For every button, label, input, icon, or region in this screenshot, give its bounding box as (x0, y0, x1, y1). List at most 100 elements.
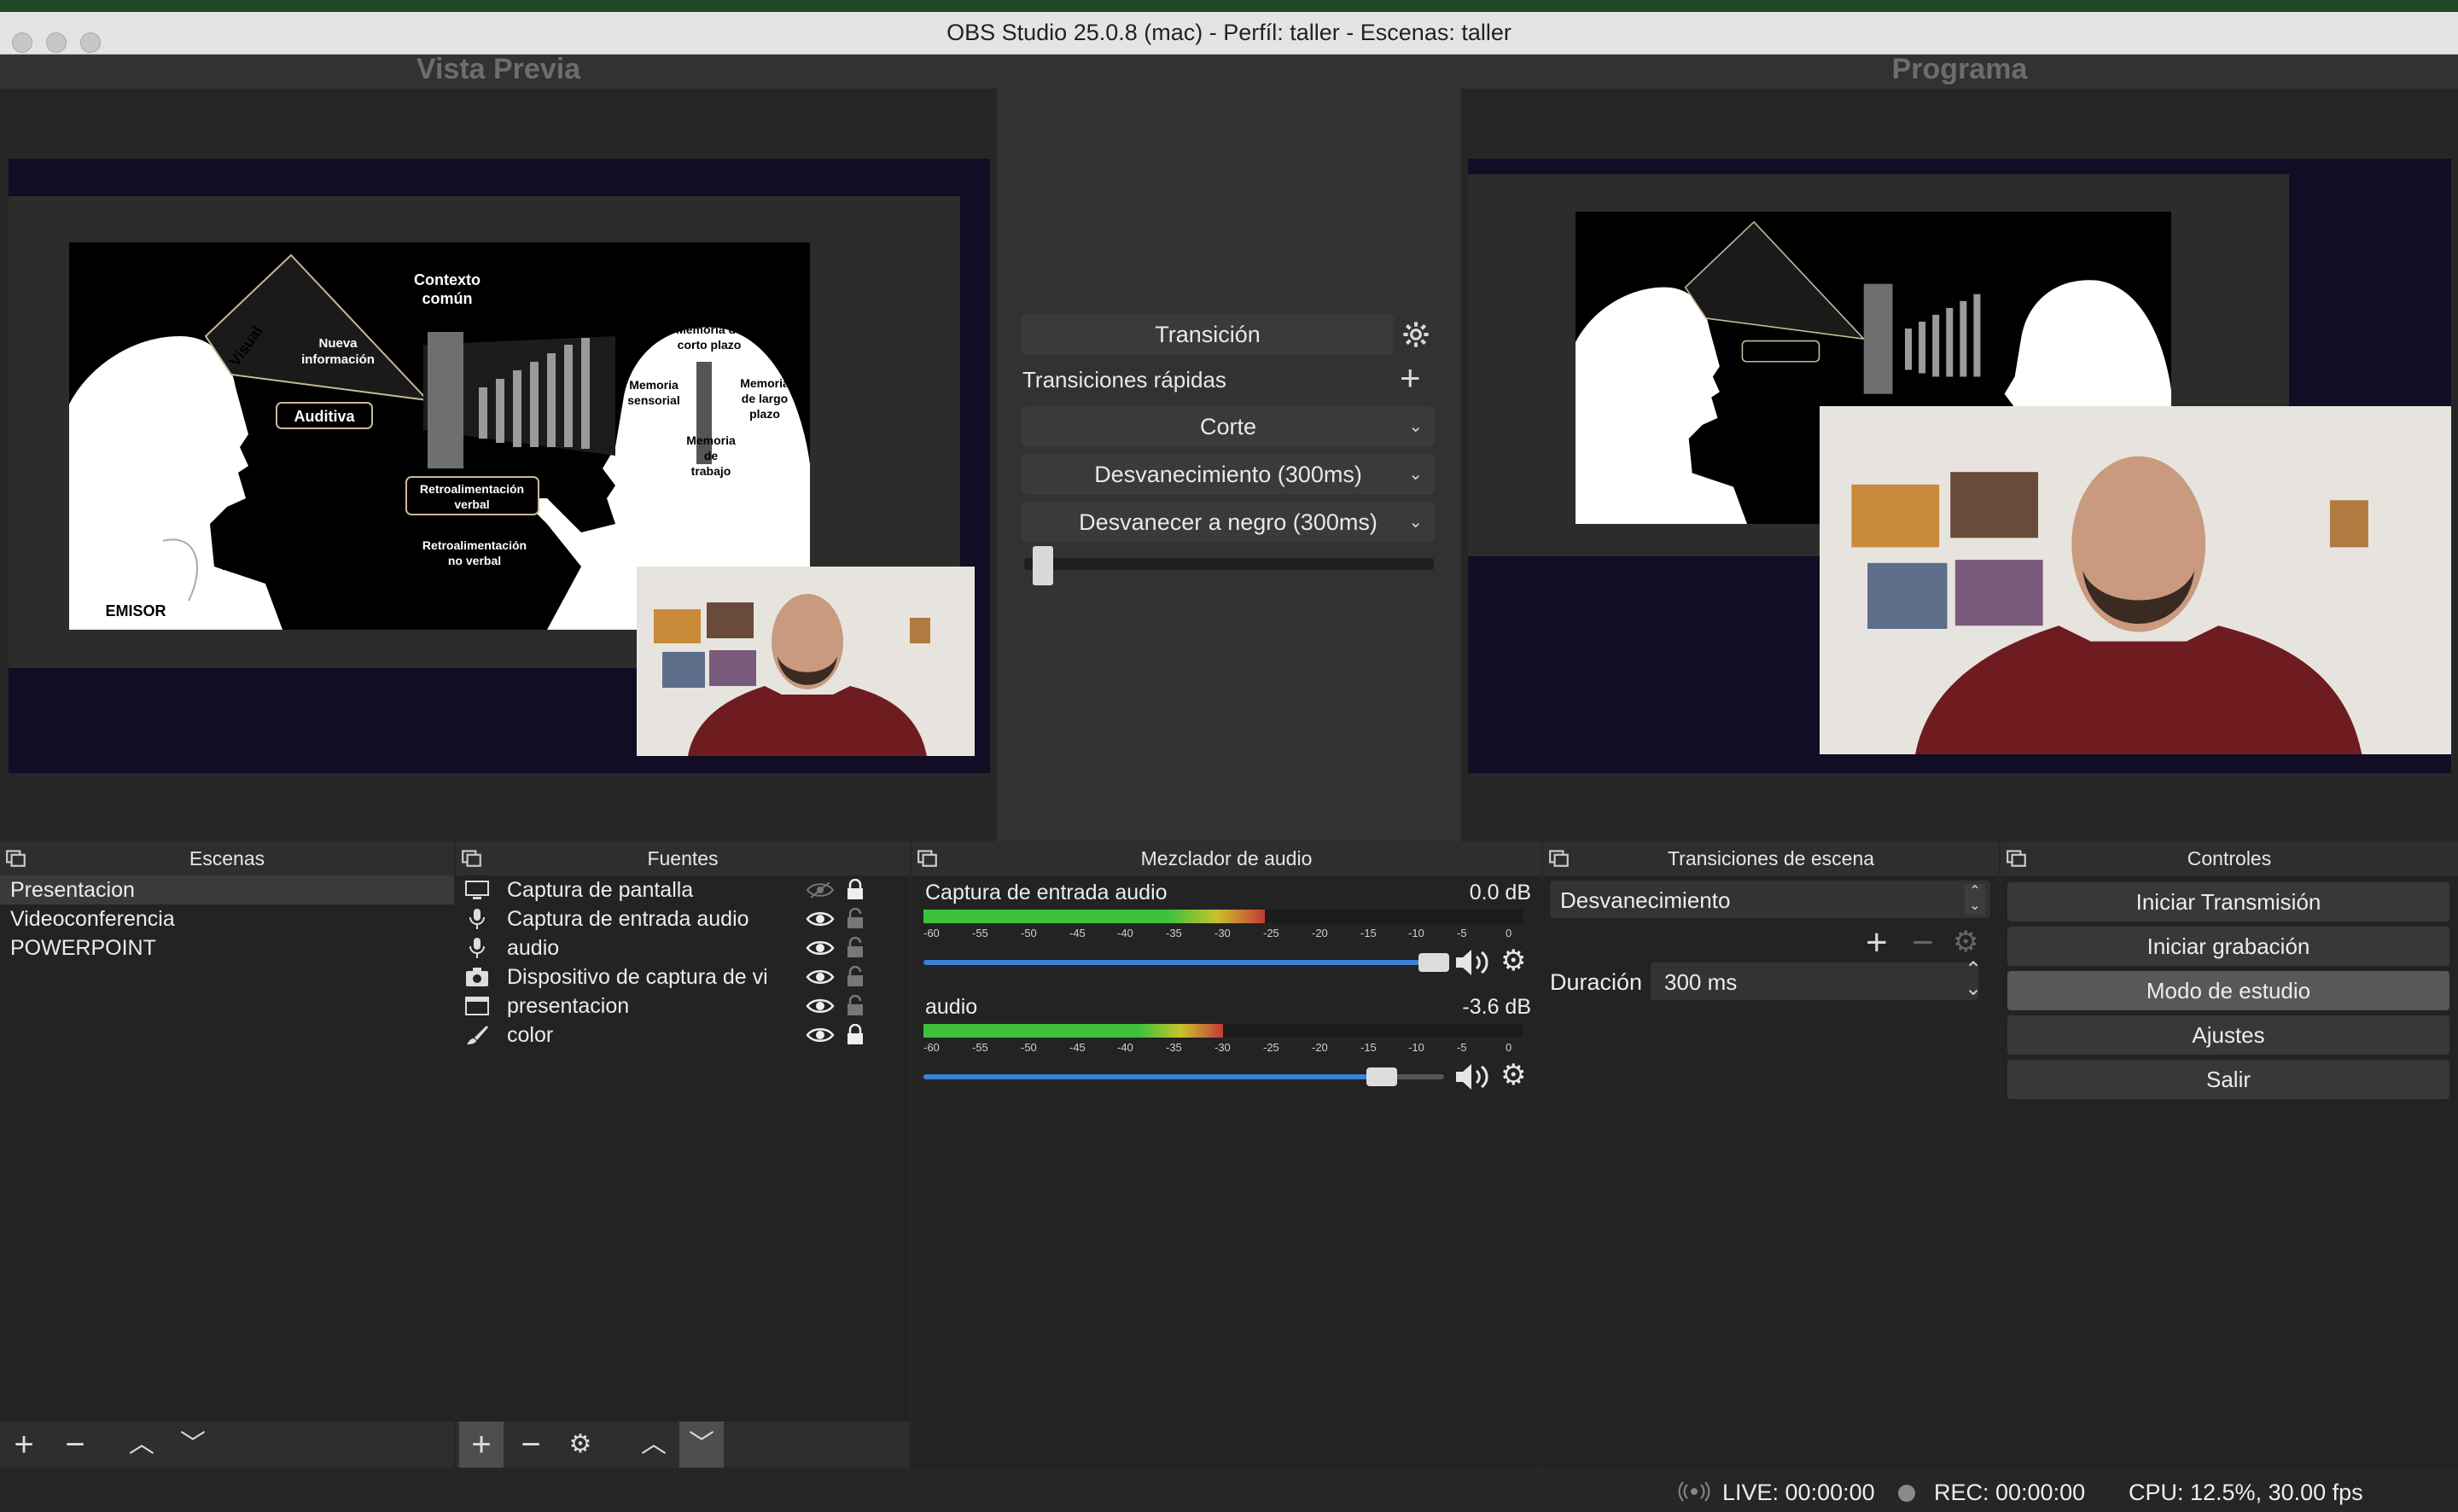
brush-icon (467, 1026, 488, 1044)
meter-scale: -60 -55 -50 -45 -40 -35 -30 -25 -20 -15 -10 -5 0 (923, 1041, 1523, 1060)
volume-slider-handle[interactable] (1366, 1067, 1397, 1086)
meter-scale: -60 -55 -50 -45 -40 -35 -30 -25 -20 -15 -10 -5 0 (923, 927, 1523, 945)
add-source-plus-icon[interactable]: + (459, 1422, 504, 1468)
visible-eye-icon[interactable] (806, 939, 835, 957)
move-scene-up-chevron-icon[interactable]: ︿ (119, 1422, 164, 1468)
source-item-color[interactable]: color (456, 1021, 910, 1050)
channel-settings-gear-icon[interactable]: ⚙ (1500, 1058, 1526, 1092)
slide-memoria-largo-2: de largo (742, 392, 788, 405)
meter-scale-tick: -40 (1117, 1041, 1133, 1054)
mixer-channel-name: Captura de entrada audio (925, 881, 1168, 904)
preview-webcam (637, 567, 975, 756)
slide-retro-verbal-2: verbal (454, 497, 489, 511)
program-pane[interactable] (1461, 89, 2458, 841)
controls-dock-header: Controles (2001, 841, 2458, 875)
source-properties-gear-icon[interactable]: ⚙ (558, 1422, 603, 1468)
unlocked-icon[interactable] (845, 908, 865, 930)
meter-scale-tick: -10 (1408, 1041, 1424, 1054)
program-webcam (1820, 406, 2451, 754)
undock-icon[interactable] (2006, 846, 2028, 869)
slide-contexto: Contexto (414, 271, 481, 288)
quick-transition-fade-black-button[interactable]: Desvanecer a negro (300ms) ⌄ (1022, 502, 1435, 543)
transition-tbar[interactable] (1024, 546, 1434, 585)
remove-scene-minus-icon[interactable]: − (53, 1422, 97, 1468)
settings-button[interactable]: Ajustes (2007, 1015, 2449, 1055)
move-source-up-chevron-icon[interactable]: ︿ (632, 1422, 676, 1468)
add-scene-plus-icon[interactable]: + (2, 1422, 46, 1468)
slide-informacion: información (301, 352, 375, 367)
source-item-audio[interactable]: audio (456, 933, 910, 962)
hidden-eye-icon[interactable] (806, 881, 835, 899)
locked-icon[interactable] (845, 879, 865, 901)
unlocked-icon[interactable] (845, 966, 865, 988)
speaker-volume-icon[interactable] (1454, 947, 1492, 978)
webcam-person-image (637, 567, 975, 756)
slide-retro-verbal-1: Retroalimentación (420, 482, 524, 496)
transition-settings-gear-icon[interactable] (1402, 321, 1430, 348)
meter-scale-tick: -10 (1408, 927, 1424, 939)
undock-icon[interactable] (5, 846, 27, 869)
remove-source-minus-icon[interactable]: − (509, 1422, 553, 1468)
scenes-title: Escenas (189, 847, 265, 869)
quick-transition-fade-button[interactable]: Desvanecimiento (300ms) ⌄ (1022, 454, 1435, 495)
status-bar: LIVE: 00:00:00 REC: 00:00:00 CPU: 12.5%,… (0, 1468, 2458, 1512)
transition-button[interactable]: Transición (1022, 314, 1394, 355)
preview-canvas[interactable]: Contexto común Visual Nueva información … (9, 159, 990, 773)
transition-properties-gear-icon[interactable]: ⚙ (1953, 925, 1978, 959)
slide-memoria-trabajo-3: trabajo (691, 464, 731, 478)
scene-transitions-dock-header: Transiciones de escena (1543, 841, 1999, 875)
volume-slider-handle[interactable] (1418, 953, 1449, 972)
scene-item-videoconferencia[interactable]: Videoconferencia (0, 904, 454, 933)
scene-item-presentacion[interactable]: Presentacion (0, 875, 454, 904)
move-source-down-chevron-icon[interactable]: ﹀ (679, 1422, 724, 1468)
undock-icon[interactable] (461, 846, 483, 869)
meter-scale-tick: -15 (1360, 927, 1377, 939)
chevron-down-icon: ⌄ (1408, 513, 1423, 532)
source-item-captura-pantalla[interactable]: Captura de pantalla (456, 875, 910, 904)
volume-slider-fill (923, 1074, 1382, 1079)
move-scene-down-chevron-icon[interactable]: ﹀ (171, 1422, 215, 1468)
meter-scale-tick: -45 (1069, 927, 1086, 939)
source-item-dispositivo-captura-video[interactable]: Dispositivo de captura de vi (456, 962, 910, 992)
preview-pane[interactable]: Contexto común Visual Nueva información … (0, 89, 997, 841)
duration-stepper-icon[interactable]: ⌃ ⌄ (1965, 960, 1982, 999)
meter-scale-tick: -55 (972, 1041, 988, 1054)
slide-memoria-sensorial-1: Memoria (629, 378, 679, 392)
visible-eye-icon[interactable] (806, 997, 835, 1015)
exit-button[interactable]: Salir (2007, 1060, 2449, 1099)
speaker-volume-icon[interactable] (1454, 1061, 1492, 1092)
channel-settings-gear-icon[interactable]: ⚙ (1500, 944, 1526, 978)
visible-eye-icon[interactable] (806, 1026, 835, 1044)
source-item-captura-entrada-audio[interactable]: Captura de entrada audio (456, 904, 910, 933)
visible-eye-icon[interactable] (806, 910, 835, 928)
window-titlebar: OBS Studio 25.0.8 (mac) - Perfíl: taller… (0, 12, 2458, 55)
locked-icon[interactable] (845, 1024, 865, 1046)
volume-slider[interactable] (923, 953, 1449, 972)
meter-scale-tick: -40 (1117, 927, 1133, 939)
scene-item-powerpoint[interactable]: POWERPOINT (0, 933, 454, 962)
visible-eye-icon[interactable] (806, 968, 835, 986)
source-item-presentacion[interactable]: presentacion (456, 992, 910, 1021)
remove-transition-minus-icon[interactable]: − (1912, 922, 1934, 964)
start-streaming-button[interactable]: Iniciar Transmisión (2007, 882, 2449, 922)
mixer-channel-name: audio (925, 995, 978, 1019)
slide-memoria-largo-3: plazo (749, 407, 780, 421)
unlocked-icon[interactable] (845, 995, 865, 1017)
meter-scale-tick: -30 (1214, 927, 1231, 939)
undock-icon[interactable] (917, 846, 939, 869)
volume-slider[interactable] (923, 1067, 1444, 1086)
sources-list: Captura de pantalla Captura de entrada a… (456, 875, 910, 1050)
studio-mode-button[interactable]: Modo de estudio (2007, 971, 2449, 1010)
start-recording-button[interactable]: Iniciar grabación (2007, 927, 2449, 966)
transition-type-select[interactable]: Desvanecimiento ⌃ ⌄ (1550, 881, 1990, 918)
quick-transition-cut-button[interactable]: Corte ⌄ (1022, 406, 1435, 447)
transition-tbar-handle[interactable] (1032, 546, 1053, 585)
undock-icon[interactable] (1548, 846, 1570, 869)
program-canvas[interactable] (1468, 159, 2451, 773)
duration-spinbox[interactable]: 300 ms (1651, 962, 1978, 1000)
meter-scale-tick: -20 (1312, 1041, 1328, 1054)
add-transition-plus-icon[interactable]: + (1866, 922, 1888, 964)
add-quick-transition-plus-icon[interactable]: + (1400, 360, 1421, 396)
unlocked-icon[interactable] (845, 937, 865, 959)
slide-auditiva: Auditiva (294, 408, 355, 425)
